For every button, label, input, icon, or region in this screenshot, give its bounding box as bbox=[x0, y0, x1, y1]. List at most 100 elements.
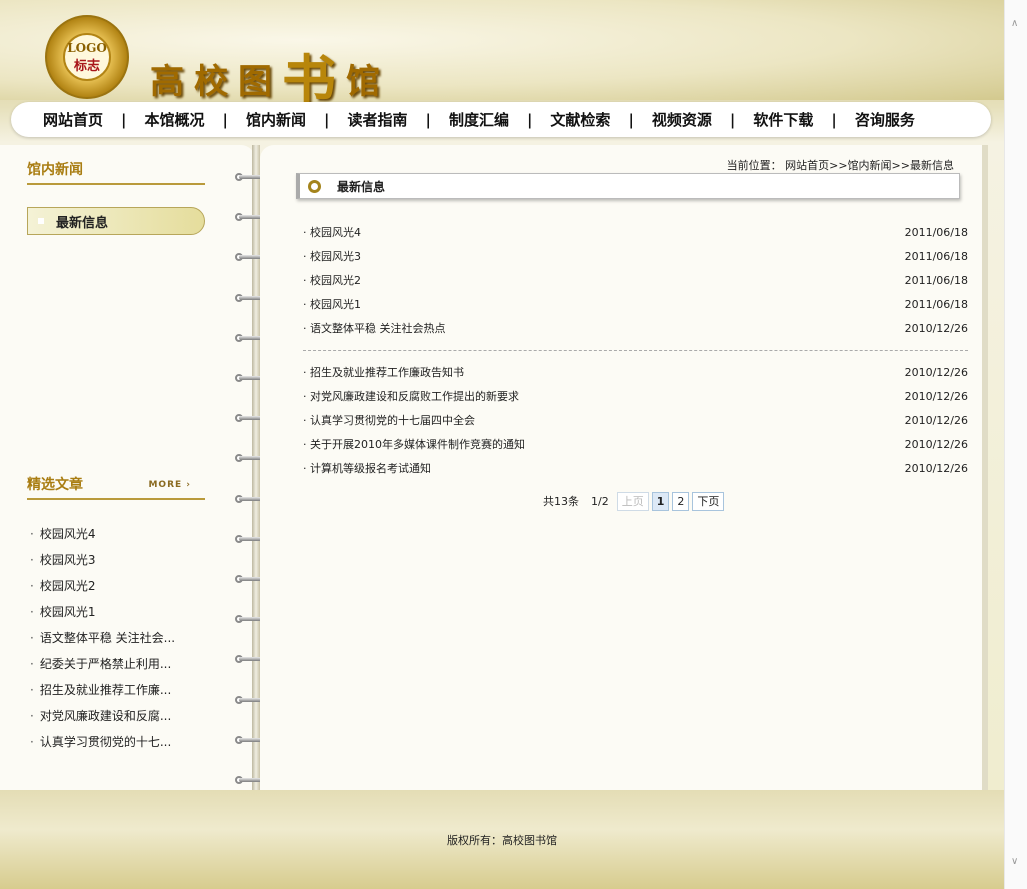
square-bullet-icon bbox=[38, 218, 44, 224]
nav-separator: | bbox=[222, 110, 228, 129]
news-item[interactable]: 校园风光2 2011/06/18 bbox=[303, 269, 968, 293]
news-title[interactable]: 校园风光1 bbox=[303, 293, 361, 317]
site-title-part-a: 高校图 bbox=[150, 62, 282, 102]
nav-separator: | bbox=[831, 110, 837, 129]
category-latest-info[interactable]: 最新信息 bbox=[27, 207, 205, 235]
news-title[interactable]: 招生及就业推荐工作廉政告知书 bbox=[303, 361, 464, 385]
dashed-divider bbox=[303, 350, 968, 351]
left-sidebar: 馆内新闻 最新信息 精选文章 MORE › 校园风光4校园风光3校园风光2校园风… bbox=[0, 145, 255, 790]
featured-item[interactable]: 纪委关于严格禁止利用... bbox=[30, 651, 175, 677]
news-section-header: 馆内新闻 bbox=[27, 145, 205, 185]
footer: 版权所有：高校图书馆 bbox=[0, 790, 1004, 889]
nav-item-label: 馆内新闻 bbox=[245, 111, 306, 129]
nav-item-3[interactable]: 馆内新闻 | bbox=[246, 109, 347, 130]
header: LOGO 标志 高校图书馆 bbox=[0, 0, 1004, 112]
news-item[interactable]: 认真学习贯彻党的十七届四中全会 2010/12/26 bbox=[303, 409, 968, 433]
nav-item-5[interactable]: 制度汇编 | bbox=[449, 109, 550, 130]
nav-item-7[interactable]: 视频资源 | bbox=[652, 109, 753, 130]
page-2-button[interactable]: 2 bbox=[672, 491, 690, 511]
news-item[interactable]: 校园风光4 2011/06/18 bbox=[303, 221, 968, 245]
nav-separator: | bbox=[526, 110, 533, 129]
news-date: 2011/06/18 bbox=[904, 274, 968, 287]
news-item[interactable]: 校园风光1 2011/06/18 bbox=[303, 293, 968, 317]
scroll-down-icon[interactable]: ∨ bbox=[1011, 856, 1018, 867]
news-item[interactable]: 关于开展2010年多媒体课件制作竞赛的通知 2010/12/26 bbox=[303, 433, 968, 457]
section-title-bar: 最新信息 bbox=[296, 173, 960, 199]
news-list-bottom: 招生及就业推荐工作廉政告知书2010/12/26对党风廉政建设和反腐败工作提出的… bbox=[303, 361, 968, 481]
nav-item-6[interactable]: 文献检索 | bbox=[550, 109, 651, 130]
page-1-button[interactable]: 1 bbox=[651, 491, 670, 511]
nav-item-4[interactable]: 读者指南 | bbox=[347, 109, 448, 130]
news-item[interactable]: 对党风廉政建设和反腐败工作提出的新要求 2010/12/26 bbox=[303, 385, 968, 409]
breadcrumb: 当前位置： 网站首页>>馆内新闻>>最新信息 bbox=[726, 159, 954, 172]
vertical-scrollbar[interactable]: ∧ ∨ bbox=[1004, 0, 1027, 889]
page-indicator: 1/2 bbox=[591, 494, 609, 508]
featured-section-header: 精选文章 MORE › bbox=[27, 460, 205, 500]
featured-item[interactable]: 招生及就业推荐工作廉... bbox=[30, 677, 175, 703]
nav-item-label: 网站首页 bbox=[43, 111, 104, 129]
news-date: 2010/12/26 bbox=[904, 414, 968, 427]
news-date: 2010/12/26 bbox=[904, 390, 968, 403]
news-title[interactable]: 校园风光4 bbox=[303, 221, 361, 245]
news-title[interactable]: 校园风光2 bbox=[303, 269, 361, 293]
news-date: 2011/06/18 bbox=[904, 298, 968, 311]
circle-bullet-icon bbox=[308, 179, 321, 193]
nav-item-label: 本馆概况 bbox=[144, 111, 205, 129]
site-title-part-c: 馆 bbox=[346, 62, 390, 102]
news-date: 2010/12/26 bbox=[904, 366, 968, 379]
news-date: 2011/06/18 bbox=[904, 226, 968, 239]
news-item[interactable]: 语文整体平稳 关注社会热点 2010/12/26 bbox=[303, 317, 968, 341]
nav-separator: | bbox=[121, 110, 127, 129]
featured-item[interactable]: 认真学习贯彻党的十七... bbox=[30, 729, 175, 755]
featured-item[interactable]: 语文整体平稳 关注社会... bbox=[30, 625, 175, 651]
news-title[interactable]: 计算机等级报名考试通知 bbox=[303, 457, 431, 481]
copyright-text: 版权所有：高校图书馆 bbox=[447, 834, 557, 847]
logo-subtext: 标志 bbox=[73, 59, 100, 74]
nav-separator: | bbox=[425, 110, 431, 129]
featured-item[interactable]: 对党风廉政建设和反腐... bbox=[30, 703, 175, 729]
news-title[interactable]: 对党风廉政建设和反腐败工作提出的新要求 bbox=[303, 385, 519, 409]
nav-item-label: 读者指南 bbox=[347, 111, 408, 129]
logo-emblem: LOGO 标志 bbox=[63, 33, 111, 81]
featured-item[interactable]: 校园风光2 bbox=[30, 573, 175, 599]
news-item[interactable]: 校园风光3 2011/06/18 bbox=[303, 245, 968, 269]
featured-item[interactable]: 校园风光3 bbox=[30, 547, 175, 573]
nav-separator: | bbox=[628, 110, 634, 129]
news-date: 2010/12/26 bbox=[904, 462, 968, 475]
news-title[interactable]: 校园风光3 bbox=[303, 245, 361, 269]
news-title[interactable]: 认真学习贯彻党的十七届四中全会 bbox=[303, 409, 475, 433]
logo-text: LOGO bbox=[67, 41, 107, 55]
more-link[interactable]: MORE › bbox=[148, 480, 191, 490]
news-section-title: 馆内新闻 bbox=[27, 162, 83, 178]
main-nav: 网站首页 | 本馆概况 | 馆内新闻 | 读者指南 | 制度汇编 | 文献检索 | 视频资源 | 软件下载 |… bbox=[11, 102, 991, 137]
scroll-up-icon[interactable]: ∧ bbox=[1011, 18, 1018, 29]
next-page-button[interactable]: 下页 bbox=[692, 491, 725, 511]
featured-item[interactable]: 校园风光4 bbox=[30, 521, 175, 547]
nav-item-8[interactable]: 软件下载 | bbox=[753, 109, 854, 130]
nav-item-9[interactable]: 咨询服务 bbox=[855, 109, 915, 130]
main-content: 当前位置： 网站首页>>馆内新闻>>最新信息 最新信息 校园风光4 2011/06… bbox=[260, 145, 988, 790]
nav-item-label: 文献检索 bbox=[550, 111, 611, 129]
news-item[interactable]: 招生及就业推荐工作廉政告知书 2010/12/26 bbox=[303, 361, 968, 385]
news-title[interactable]: 语文整体平稳 关注社会热点 bbox=[303, 317, 446, 341]
nav-separator: | bbox=[729, 110, 736, 129]
news-title[interactable]: 关于开展2010年多媒体课件制作竞赛的通知 bbox=[303, 433, 525, 457]
featured-section-title: 精选文章 bbox=[27, 477, 83, 493]
news-date: 2010/12/26 bbox=[904, 438, 968, 451]
news-list-top: 校园风光4 2011/06/18 校园风光3 2011/06/18 校园风光2 2011/… bbox=[303, 221, 968, 341]
page: LOGO 标志 高校图书馆 网站首页 | 本馆概况 | 馆内新闻 | 读者指南 | 制度汇编 | 文… bbox=[0, 0, 1004, 889]
featured-list: 校园风光4校园风光3校园风光2校园风光1语文整体平稳 关注社会...纪委关于严格… bbox=[30, 521, 175, 755]
featured-item[interactable]: 校园风光1 bbox=[30, 599, 175, 625]
logo[interactable]: LOGO 标志 bbox=[45, 15, 129, 99]
nav-item-label: 咨询服务 bbox=[854, 111, 915, 129]
site-title: 高校图书馆 bbox=[150, 30, 390, 112]
prev-page-button[interactable]: 上页 bbox=[616, 491, 649, 511]
section-title: 最新信息 bbox=[337, 179, 386, 194]
nav-item-label: 视频资源 bbox=[651, 111, 712, 129]
nav-item-label: 软件下载 bbox=[753, 111, 814, 129]
nav-separator: | bbox=[323, 110, 330, 129]
nav-item-2[interactable]: 本馆概况 | bbox=[144, 109, 245, 130]
news-item[interactable]: 计算机等级报名考试通知 2010/12/26 bbox=[303, 457, 968, 481]
nav-item-1[interactable]: 网站首页 | bbox=[43, 109, 144, 130]
category-label: 最新信息 bbox=[56, 215, 109, 231]
